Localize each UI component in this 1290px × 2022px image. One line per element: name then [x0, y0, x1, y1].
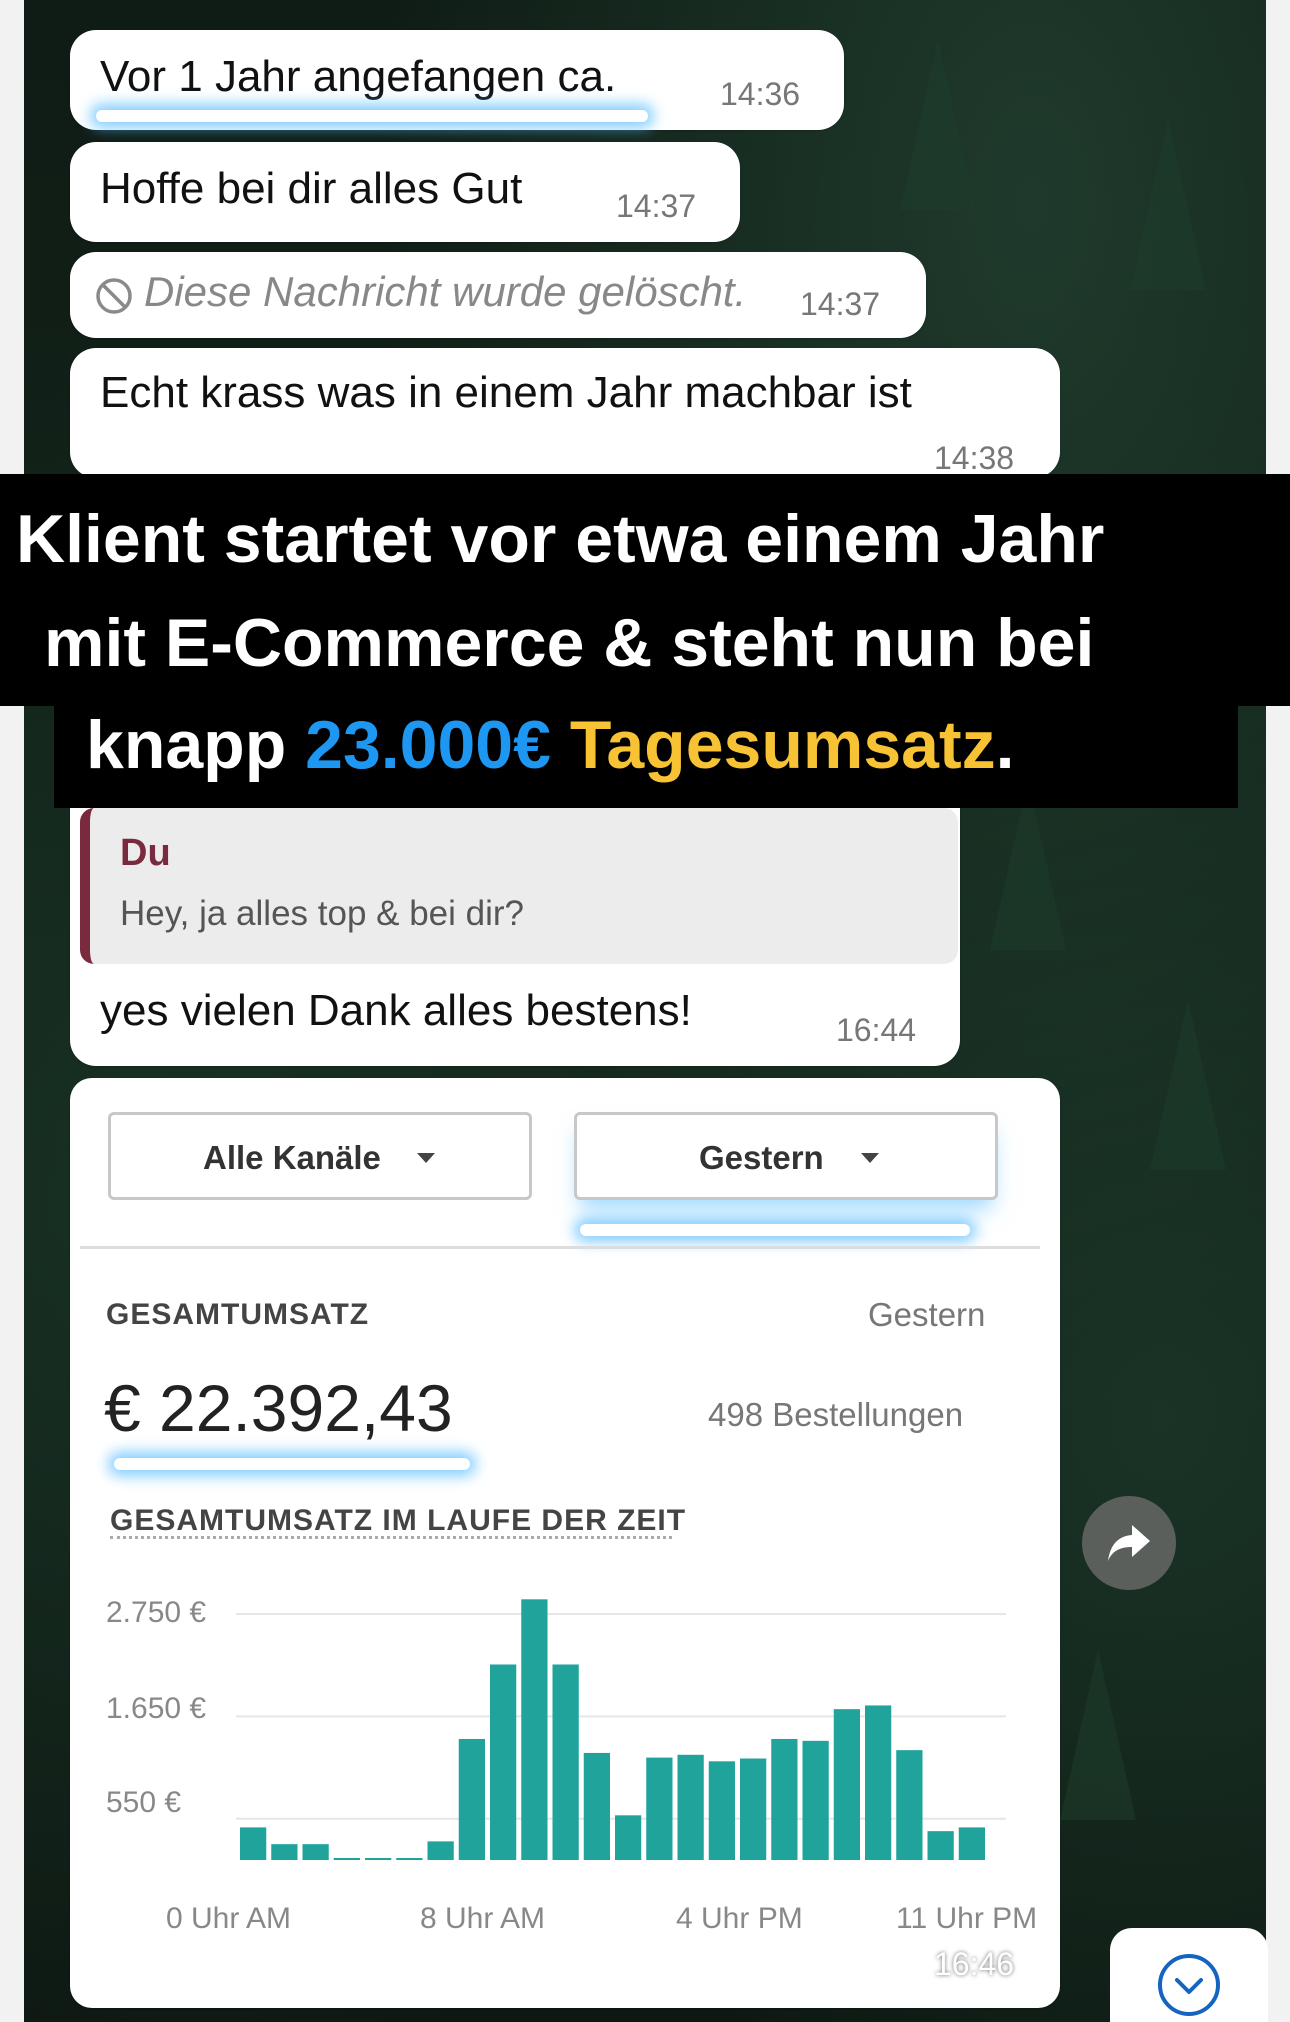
chart-bar	[240, 1827, 267, 1860]
reply-text: yes vielen Dank alles bestens!	[100, 986, 692, 1035]
chart-bar	[583, 1752, 610, 1860]
chart-bar	[521, 1599, 548, 1860]
message-time: 14:38	[934, 440, 1015, 476]
chart-bar	[458, 1738, 485, 1860]
chart-bar	[552, 1664, 579, 1860]
chart-bar	[396, 1858, 423, 1860]
message-time: 14:36	[720, 76, 801, 112]
highlight-underline	[580, 1224, 970, 1236]
y-tick-label: 550 €	[106, 1786, 182, 1819]
wallpaper-tree	[1060, 1650, 1136, 1820]
share-icon	[1108, 1525, 1150, 1561]
chart-bar	[302, 1844, 329, 1860]
chart-bar	[958, 1827, 985, 1860]
dropdown-label: Gestern	[699, 1139, 824, 1176]
date-dropdown[interactable]: Gestern	[574, 1112, 998, 1200]
sales-chart: 2.750 € 1.650 € 550 € 0 Uhr AM 8 Uhr AM …	[96, 1590, 1046, 1935]
chart-bar	[271, 1844, 298, 1860]
x-tick-label: 4 Uhr PM	[676, 1902, 803, 1935]
chart-bar	[615, 1815, 642, 1860]
message-bubble[interactable]: Vor 1 Jahr angefangen ca. 14:36	[70, 30, 844, 130]
caption-keyword: Tagesumsatz	[569, 707, 996, 783]
message-time: 14:37	[616, 188, 697, 224]
chart-bar	[427, 1841, 454, 1860]
total-sales-label: GESAMTUMSATZ	[106, 1298, 370, 1331]
chart-bar	[927, 1831, 954, 1860]
quoted-message[interactable]: Du Hey, ja alles top & bei dir?	[80, 808, 958, 964]
message-text: Hoffe bei dir alles Gut	[100, 164, 523, 213]
caption-prefix: knapp	[86, 707, 306, 783]
chart-bar	[896, 1750, 923, 1860]
quote-text: Hey, ja alles top & bei dir?	[120, 894, 525, 933]
dropdown-label: Alle Kanäle	[203, 1139, 381, 1176]
wallpaper-tree	[1130, 120, 1206, 290]
message-text: Vor 1 Jahr angefangen ca.	[100, 52, 617, 101]
chart-bar	[771, 1738, 798, 1860]
highlight-underline	[114, 1458, 470, 1470]
caption-line-1: Klient startet vor etwa einem Jahr	[16, 501, 1105, 577]
chart-bar	[708, 1761, 735, 1860]
chevron-down-icon	[1158, 1954, 1220, 2016]
message-time: 14:37	[800, 286, 881, 322]
chart-bar	[833, 1709, 860, 1860]
x-tick-label: 0 Uhr AM	[166, 1902, 292, 1935]
divider	[80, 1246, 1040, 1249]
quote-author: Du	[120, 832, 171, 874]
caption-line-3: knapp 23.000€ Tagesumsatz.	[86, 706, 1015, 784]
chart-bar	[740, 1758, 767, 1860]
y-tick-label: 1.650 €	[106, 1692, 207, 1725]
caption-suffix: .	[995, 707, 1015, 783]
caret-down-icon	[417, 1153, 435, 1163]
wallpaper-tree	[900, 40, 976, 210]
deleted-message-bubble[interactable]: Diese Nachricht wurde gelöscht. 14:37	[70, 252, 926, 338]
x-tick-label: 8 Uhr AM	[420, 1902, 546, 1935]
highlight-underline	[96, 110, 648, 122]
chart-heading: GESAMTUMSATZ IM LAUFE DER ZEIT	[110, 1504, 687, 1537]
caption-amount: 23.000€	[305, 707, 551, 783]
scroll-to-bottom-button[interactable]	[1110, 1928, 1268, 2022]
chart-bar	[333, 1858, 360, 1860]
chart-plot	[236, 1599, 1006, 1860]
message-time: 16:44	[836, 1012, 917, 1048]
chart-bar	[365, 1858, 392, 1860]
right-edge	[1266, 0, 1290, 2022]
message-bubble[interactable]: Hoffe bei dir alles Gut 14:37	[70, 142, 740, 242]
total-sales-amount: € 22.392,43	[104, 1371, 453, 1445]
channels-dropdown[interactable]: Alle Kanäle	[108, 1112, 532, 1200]
chart-bar	[677, 1754, 704, 1860]
chart-bar	[802, 1740, 829, 1860]
y-tick-label: 2.750 €	[106, 1596, 207, 1629]
wallpaper-tree	[1150, 1000, 1226, 1170]
x-tick-label: 11 Uhr PM	[896, 1902, 1038, 1935]
chart-bar	[646, 1757, 673, 1860]
chart-bar	[490, 1664, 517, 1860]
message-text: Echt krass was in einem Jahr machbar ist	[100, 368, 912, 417]
heading-underline	[110, 1536, 672, 1539]
caret-down-icon	[861, 1153, 879, 1163]
left-edge	[0, 0, 24, 2022]
caption-line-2: mit E-Commerce & steht nun bei	[44, 605, 1095, 681]
blocked-icon	[96, 278, 132, 314]
chart-bar	[865, 1705, 892, 1860]
orders-count: 498 Bestellungen	[708, 1396, 964, 1433]
period-label: Gestern	[868, 1296, 986, 1333]
share-button[interactable]	[1082, 1496, 1176, 1590]
image-message-time: 16:46	[934, 1946, 1015, 1982]
message-bubble[interactable]: Echt krass was in einem Jahr machbar ist…	[70, 348, 1060, 478]
deleted-message-text: Diese Nachricht wurde gelöscht.	[144, 268, 747, 315]
